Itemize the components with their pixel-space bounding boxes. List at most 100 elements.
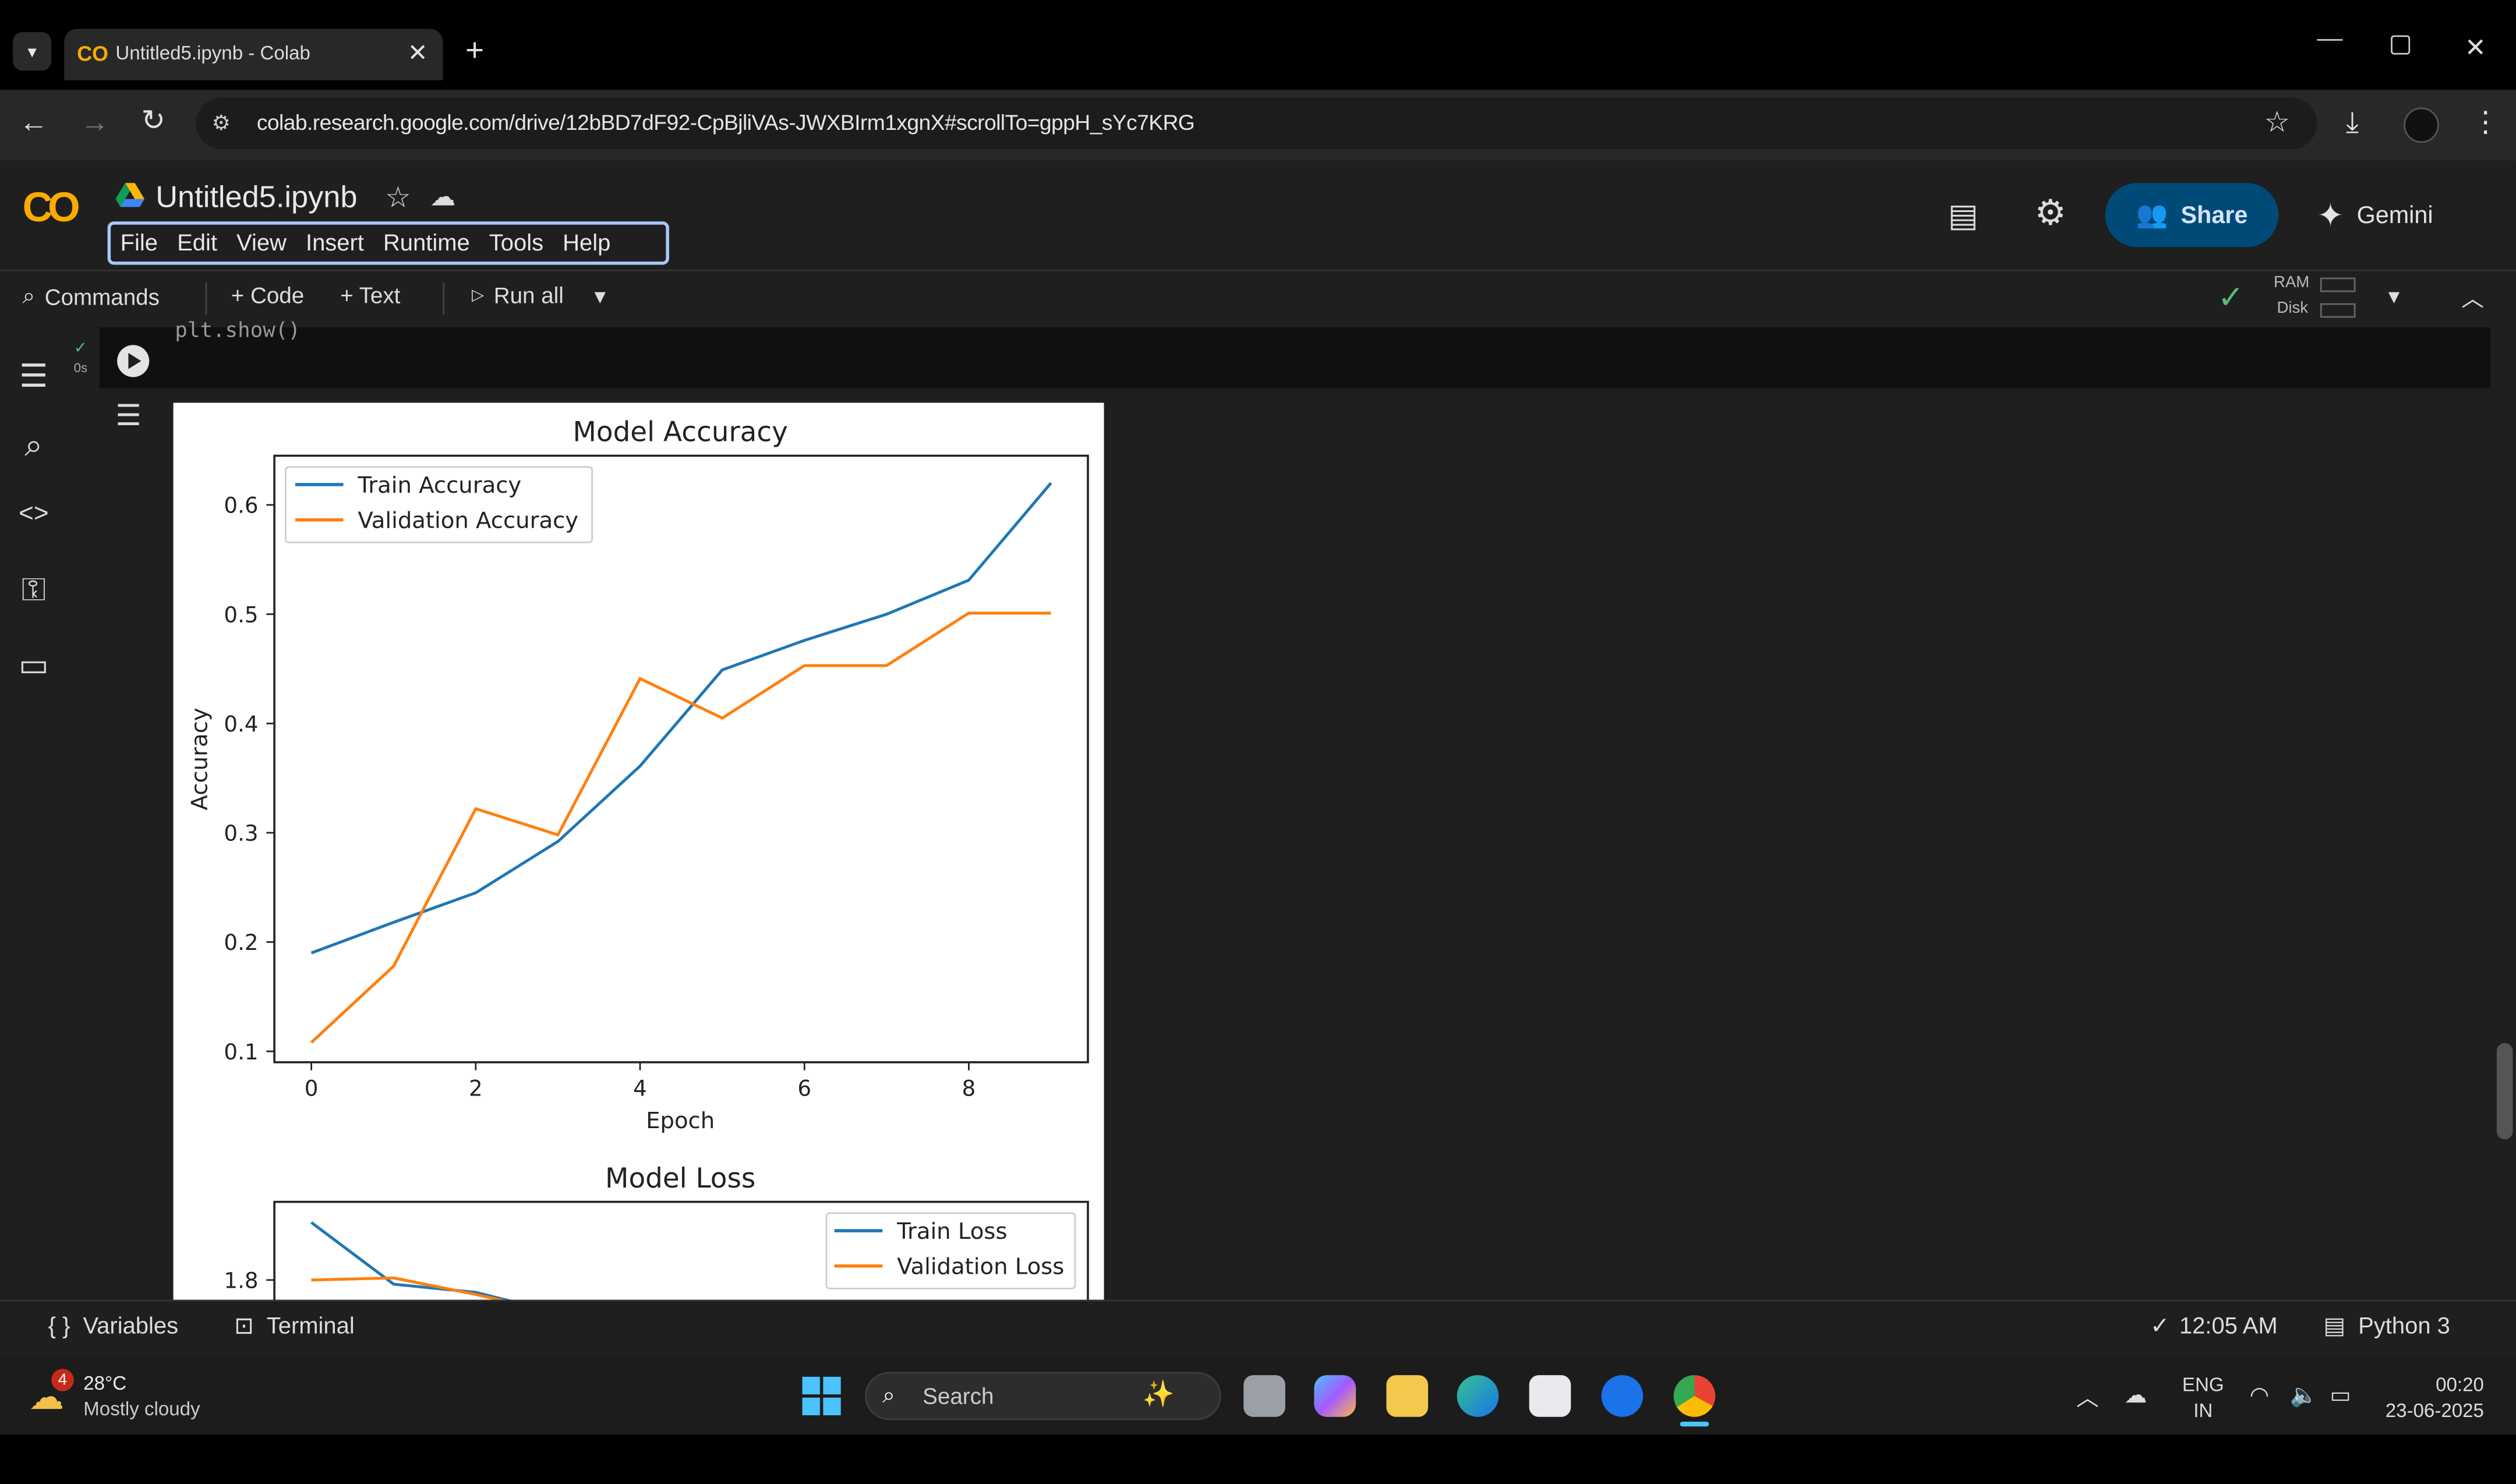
chrome-icon[interactable]	[1673, 1375, 1716, 1417]
y-tick-label: 0.2	[224, 930, 258, 955]
profile-avatar[interactable]	[2404, 107, 2439, 143]
colab-logo[interactable]: CO	[23, 183, 80, 232]
notebook-title[interactable]: Untitled5.ipynb	[156, 181, 357, 217]
site-info-icon[interactable]: ⚙	[212, 111, 231, 136]
legend-train-accuracy: Train Accuracy	[357, 472, 521, 499]
screen: ▾ CO Untitled5.ipynb - Colab ✕ + — ✕ ← →…	[0, 0, 2516, 1484]
chevron-up-icon[interactable]: ︿	[2076, 1381, 2099, 1414]
exec-time-label: 12:05 AM	[2179, 1314, 2278, 1340]
close-icon[interactable]: ✕	[408, 38, 428, 68]
scrollbar[interactable]	[2496, 1043, 2513, 1140]
download-icon[interactable]: ⤓	[2346, 106, 2359, 140]
plus-icon[interactable]: +	[465, 34, 484, 70]
variables-button[interactable]: { } Variables	[48, 1314, 178, 1340]
plot-area	[273, 454, 1089, 1063]
minimize-icon[interactable]: —	[2317, 26, 2342, 55]
battery-icon[interactable]: ▭	[2330, 1381, 2351, 1409]
table-of-contents-icon[interactable]: ☰	[15, 356, 53, 397]
menu-view[interactable]: View	[236, 230, 287, 256]
code-line[interactable]: plt.show()	[175, 319, 301, 343]
bookmark-star-icon[interactable]: ☆	[2264, 106, 2289, 140]
code-cell[interactable]	[99, 327, 2490, 388]
output-actions-icon[interactable]: ☰	[115, 400, 141, 433]
edge-icon[interactable]	[1457, 1375, 1499, 1417]
share-button[interactable]: 👥 Share	[2105, 183, 2279, 248]
y-axis-label: Accuracy	[186, 708, 213, 810]
legend-train-loss: Train Loss	[896, 1218, 1007, 1245]
bottom-letterbox	[0, 1434, 2516, 1484]
wifi-icon[interactable]: ◠	[2250, 1381, 2270, 1409]
plot-output: Model Accuracy 0.1 0.2 0.3 0.4 0.5 0.6 02468 …	[173, 402, 1104, 1302]
terminal-button[interactable]: ⊡ Terminal	[234, 1314, 355, 1340]
commands-label: Commands	[44, 283, 160, 309]
chevron-down-icon[interactable]: ▼	[591, 285, 610, 308]
window-close-icon[interactable]: ✕	[2465, 32, 2486, 64]
braces-icon: { }	[48, 1314, 70, 1340]
copilot-icon[interactable]	[1314, 1375, 1356, 1417]
chevron-up-icon[interactable]: ︿	[2461, 282, 2484, 315]
legend-validation-accuracy: Validation Accuracy	[358, 507, 578, 533]
volume-icon[interactable]: 🔈	[2290, 1381, 2318, 1409]
find-replace-icon[interactable]: ⌕	[15, 429, 53, 465]
menu-file[interactable]: File	[121, 230, 158, 256]
notification-badge: 4	[51, 1369, 74, 1391]
back-icon[interactable]: ←	[19, 106, 48, 140]
weather-description[interactable]: Mostly cloudy	[83, 1398, 200, 1421]
reload-icon[interactable]: ↻	[141, 104, 165, 138]
star-icon[interactable]: ☆	[385, 181, 411, 215]
menu-insert[interactable]: Insert	[306, 230, 364, 256]
settings-icon[interactable]: ⚙	[2034, 193, 2066, 235]
series-line-train-loss	[310, 1221, 518, 1302]
y-tick-label: 0.6	[224, 493, 258, 518]
kernel-label: Python 3	[2358, 1314, 2450, 1340]
check-icon[interactable]: ✓	[2218, 278, 2245, 318]
lang-line: IN	[2193, 1399, 2213, 1422]
ram-label: RAM	[2273, 274, 2310, 292]
series-line-train-accuracy	[310, 482, 1052, 955]
code-snippets-icon[interactable]: <>	[15, 501, 53, 530]
windows-start-icon[interactable]	[802, 1376, 841, 1415]
cloud-icon[interactable]: ☁	[430, 181, 455, 213]
add-code-button[interactable]: + Code	[231, 282, 304, 308]
help-icon[interactable]	[1601, 1375, 1644, 1417]
kebab-menu-icon[interactable]: ⋮	[2471, 106, 2500, 140]
ram-usage-bar[interactable]	[2320, 277, 2356, 292]
clock[interactable]: 00:20 23-06-2025	[2381, 1372, 2484, 1423]
onedrive-icon[interactable]: ☁	[2125, 1381, 2147, 1409]
url-text[interactable]: colab.research.google.com/drive/12bBD7dF…	[257, 111, 1195, 135]
maximize-icon[interactable]	[2391, 35, 2411, 55]
left-rail	[0, 327, 68, 1300]
menu-runtime[interactable]: Runtime	[383, 230, 470, 256]
menu-help[interactable]: Help	[563, 230, 610, 256]
menu-tools[interactable]: Tools	[489, 230, 543, 256]
legend: Train Loss Validation Loss	[825, 1212, 1076, 1289]
menu-edit[interactable]: Edit	[177, 230, 217, 256]
run-cell-button[interactable]	[117, 345, 150, 377]
comments-icon[interactable]: ▤	[1948, 196, 1978, 236]
secrets-key-icon[interactable]: ⚿	[15, 573, 53, 610]
execution-status[interactable]: ✓ 12:05 AM	[2150, 1314, 2278, 1340]
y-tick-label: 0.3	[224, 821, 258, 846]
drive-icon[interactable]	[115, 183, 144, 209]
commands-button[interactable]: ⌕ Commands	[23, 282, 160, 310]
run-all-button[interactable]: ▷ Run all	[472, 282, 564, 308]
plot-figure: Model Accuracy 0.10.20.30.40.50.6 02468 …	[186, 417, 1089, 1302]
disk-usage-bar[interactable]	[2320, 303, 2356, 318]
files-folder-icon[interactable]: ▭	[15, 645, 53, 686]
chevron-down-icon[interactable]: ▼	[2384, 285, 2404, 308]
chart-title: Model Loss	[605, 1163, 755, 1195]
cell-exec-time: 0s	[73, 361, 88, 376]
file-explorer-icon[interactable]	[1386, 1375, 1429, 1417]
menu-bar: File Edit View Insert Runtime Tools Help	[107, 221, 669, 265]
kernel-button[interactable]: ▤ Python 3	[2323, 1314, 2450, 1340]
tab-title[interactable]: Untitled5.ipynb - Colab	[115, 42, 310, 65]
language-indicator[interactable]: ENG IN	[2182, 1372, 2224, 1423]
forward-icon[interactable]: →	[80, 106, 109, 140]
status-bar	[0, 1299, 2516, 1359]
tab-search-icon[interactable]: ▾	[13, 32, 52, 71]
task-view-icon[interactable]	[1243, 1375, 1285, 1417]
store-icon[interactable]	[1529, 1375, 1571, 1417]
weather-temperature[interactable]: 28°C	[83, 1372, 126, 1395]
add-text-button[interactable]: + Text	[340, 282, 400, 308]
gemini-button[interactable]: ✦ Gemini	[2317, 196, 2433, 236]
